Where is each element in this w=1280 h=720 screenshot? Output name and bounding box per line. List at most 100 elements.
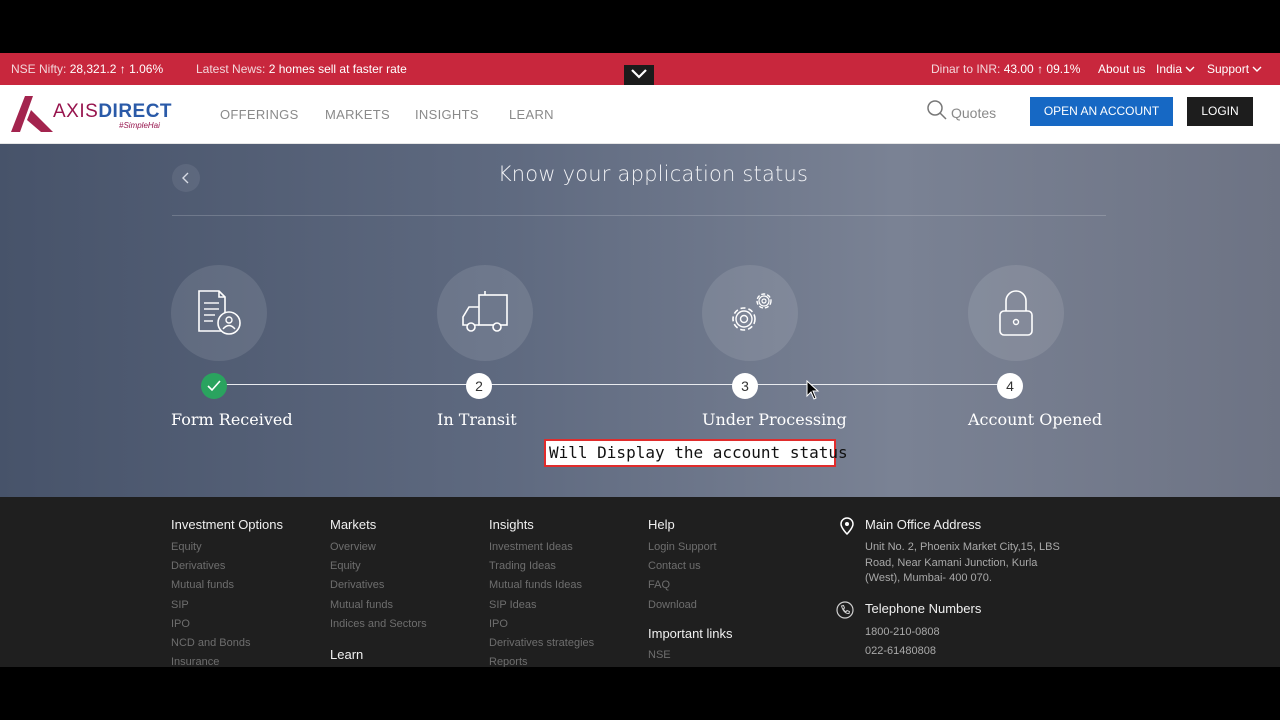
fx-label: Dinar to INR: [931, 62, 1001, 76]
footer-link[interactable]: Contact us [648, 560, 733, 579]
footer-heading: Insights [489, 517, 534, 532]
footer-address: Main Office Address Unit No. 2, Phoenix … [838, 517, 1098, 587]
country-label: India [1156, 62, 1183, 76]
site-footer: Investment Options Equity Derivatives Mu… [0, 497, 1280, 667]
footer-link[interactable]: Indices and Sectors [330, 618, 427, 637]
quotes-label: Quotes [951, 105, 997, 121]
footer-telephone: Telephone Numbers 1800-210-0808 022-6148… [836, 601, 1096, 661]
checkmark-icon [207, 380, 221, 392]
footer-link[interactable]: NCD and Bonds [171, 637, 283, 656]
progress-track [215, 384, 1011, 385]
mouse-pointer-icon [806, 380, 820, 400]
footer-link[interactable]: FAQ [648, 579, 733, 598]
fx-ticker: Dinar to INR: 43.00 ↑ 09.1% [931, 62, 1080, 76]
phone-number[interactable]: 1800-210-0808 [865, 623, 1096, 642]
chevron-down-icon [631, 69, 647, 79]
step-3-label: Under Processing [702, 410, 847, 429]
status-title: Know your application status [497, 162, 809, 186]
nav-offerings[interactable]: OFFERINGS [220, 107, 299, 122]
nav-learn[interactable]: LEARN [509, 107, 554, 122]
about-us-link[interactable]: About us [1098, 62, 1145, 76]
location-pin-icon [840, 517, 854, 535]
footer-link[interactable]: IPO [171, 618, 283, 637]
step-4-label: Account Opened [968, 410, 1103, 429]
login-button[interactable]: LOGIN [1187, 97, 1253, 126]
nav-markets[interactable]: MARKETS [325, 107, 390, 122]
fx-value: 43.00 [1003, 62, 1034, 76]
step-1-label: Form Received [171, 410, 293, 429]
footer-markets: Markets Overview Equity Derivatives Mutu… [330, 517, 427, 667]
axis-logo-mark-icon [11, 96, 53, 132]
logo-axis-text: AXIS [53, 101, 99, 122]
address-text: Unit No. 2, Phoenix Market City,15, LBS … [865, 540, 1098, 587]
address-line: (West), Mumbai- 400 070. [865, 572, 992, 584]
phone-number[interactable]: 022-61480808 [865, 642, 1096, 661]
footer-heading: Telephone Numbers [865, 601, 982, 616]
footer-link[interactable]: Derivatives [330, 579, 427, 598]
footer-link[interactable]: Mutual funds [171, 579, 283, 598]
phone-icon [836, 601, 854, 619]
footer-link[interactable]: Download [648, 599, 733, 618]
site-header: AXISDIRECT #SimpleHai OFFERINGS MARKETS … [0, 85, 1280, 144]
nifty-label: NSE Nifty: [11, 62, 67, 76]
support-menu[interactable]: Support [1207, 62, 1262, 76]
chevron-down-icon [1252, 66, 1262, 72]
nifty-value: 28,321.2 [69, 62, 117, 76]
footer-investment-options: Investment Options Equity Derivatives Mu… [171, 517, 283, 667]
logo-direct-text: DIRECT [98, 101, 173, 122]
footer-link[interactable]: Insurance [171, 656, 283, 667]
footer-heading: Help [648, 517, 675, 532]
footer-link[interactable]: SIP Ideas [489, 599, 594, 618]
footer-link[interactable]: Login Support [648, 541, 733, 560]
fx-change: ↑ 09.1% [1037, 62, 1081, 76]
chevron-down-icon [1185, 66, 1195, 72]
status-annotation-box: Will Display the account status [544, 439, 848, 467]
support-label: Support [1207, 62, 1250, 76]
footer-link[interactable]: Mutual funds [330, 599, 427, 618]
news-text[interactable]: 2 homes sell at faster rate [269, 62, 407, 76]
quotes-search[interactable]: Quotes [926, 99, 996, 123]
search-icon [927, 100, 947, 120]
footer-link[interactable]: Equity [330, 560, 427, 579]
step-2-marker: 2 [466, 373, 492, 399]
unlock-icon [968, 265, 1064, 361]
footer-help: Help Login Support Contact us FAQ Downlo… [648, 517, 733, 667]
step-3-marker: 3 [732, 373, 758, 399]
expand-ticker-button[interactable] [624, 65, 654, 85]
axis-direct-logo[interactable]: AXISDIRECT #SimpleHai [11, 94, 172, 134]
step-4-marker: 4 [997, 373, 1023, 399]
nav-insights[interactable]: INSIGHTS [415, 107, 479, 122]
open-account-button[interactable]: OPEN AN ACCOUNT [1030, 97, 1173, 126]
footer-link[interactable]: IPO [489, 618, 594, 637]
news-label: Latest News: [196, 62, 266, 76]
logo-wordmark: AXISDIRECT [53, 101, 172, 123]
logo-tagline: #SimpleHai [119, 121, 160, 130]
nifty-ticker: NSE Nifty: 28,321.2 ↑ 1.06% [11, 62, 163, 76]
footer-link[interactable]: Trading Ideas [489, 560, 594, 579]
footer-heading: Main Office Address [865, 517, 982, 532]
browser-viewport: NSE Nifty: 28,321.2 ↑ 1.06% Latest News:… [0, 53, 1280, 667]
nifty-change: ↑ 1.06% [119, 62, 164, 76]
footer-heading: Learn [330, 646, 364, 662]
delivery-truck-icon [437, 265, 533, 361]
footer-link[interactable]: Derivatives [171, 560, 283, 579]
footer-link[interactable]: Equity [171, 541, 283, 560]
footer-link[interactable]: Overview [330, 541, 427, 560]
news-ticker[interactable]: Latest News: 2 homes sell at faster rate [196, 62, 407, 76]
footer-link[interactable]: NSE [648, 649, 733, 667]
footer-link[interactable]: Mutual funds Ideas [489, 579, 594, 598]
footer-link[interactable]: Derivatives strategies [489, 637, 594, 656]
divider [172, 215, 1106, 216]
gears-icon [702, 265, 798, 361]
footer-heading: Markets [330, 517, 377, 532]
footer-link[interactable]: SIP [171, 599, 283, 618]
footer-insights: Insights Investment Ideas Trading Ideas … [489, 517, 594, 667]
form-received-icon [171, 265, 267, 361]
phone-numbers: 1800-210-0808 022-61480808 [865, 623, 1096, 661]
footer-link[interactable]: Reports [489, 656, 594, 667]
country-selector[interactable]: India [1156, 62, 1195, 76]
footer-heading: Investment Options [171, 517, 283, 532]
step-2-label: In Transit [437, 410, 517, 429]
footer-link[interactable]: Investment Ideas [489, 541, 594, 560]
ticker-bar: NSE Nifty: 28,321.2 ↑ 1.06% Latest News:… [0, 53, 1280, 85]
